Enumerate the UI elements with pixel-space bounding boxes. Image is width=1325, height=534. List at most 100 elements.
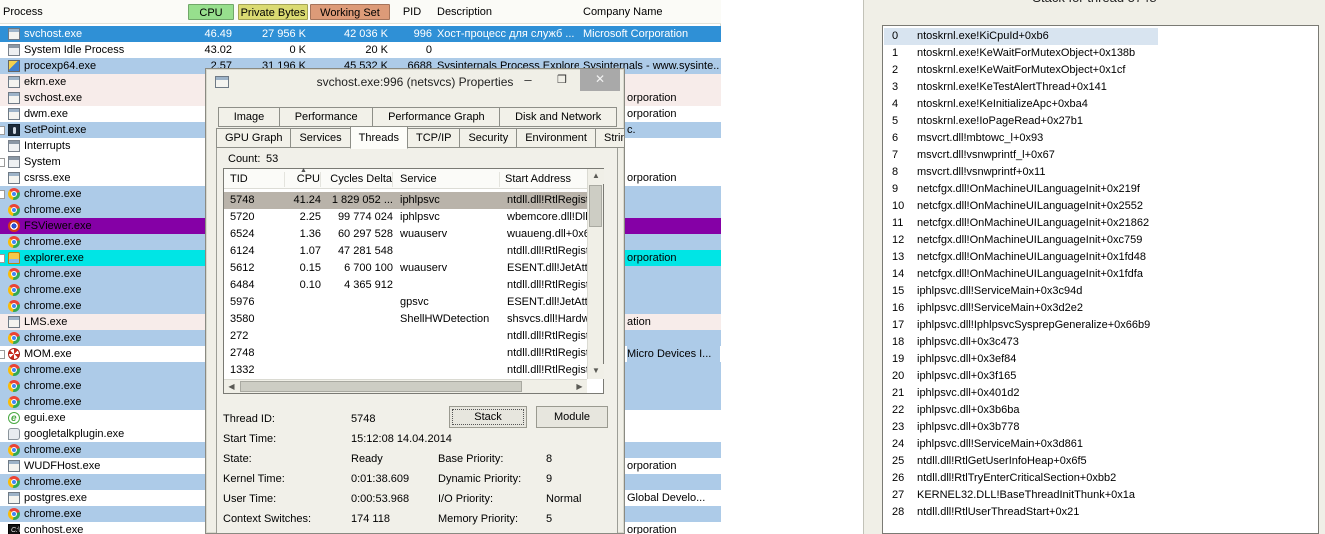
thread-row[interactable]: 61241.0747 281 548ntdll.dll!RtlRegister — [224, 243, 587, 260]
frame-index: 1 — [892, 45, 916, 62]
stack-frame-row[interactable]: 16iphlpsvc.dll!ServiceMain+0x3d2e2 — [884, 300, 1304, 317]
column-header-working-set[interactable]: Working Set — [310, 4, 390, 20]
thread-row[interactable]: 1332ntdll.dll!RtlRegister — [224, 362, 587, 379]
company-fragment: orporation — [627, 90, 720, 106]
tab-environment[interactable]: Environment — [516, 128, 596, 148]
thread-column-cycles-delta[interactable]: Cycles Delta — [323, 172, 393, 187]
stack-frame-row[interactable]: 12netcfgx.dll!OnMachineUILanguageInit+0x… — [884, 232, 1304, 249]
thread-row[interactable]: 56120.156 700 100wuauservESENT.dll!JetAt… — [224, 260, 587, 277]
thread-column-tid[interactable]: TID — [230, 172, 285, 187]
stack-frame-row[interactable]: 21iphlpsvc.dll+0x401d2 — [884, 385, 1304, 402]
stack-frame-row[interactable]: 3ntoskrnl.exe!KeTestAlertThread+0x141 — [884, 79, 1304, 96]
stack-frame-row[interactable]: 26ntdll.dll!RtlTryEnterCriticalSection+0… — [884, 470, 1304, 487]
stack-frame-row[interactable]: 11netcfgx.dll!OnMachineUILanguageInit+0x… — [884, 215, 1304, 232]
frame-index: 2 — [892, 62, 916, 79]
tree-expander-icon[interactable] — [0, 254, 5, 263]
frame-index: 22 — [892, 402, 916, 419]
stack-frame-row[interactable]: 22iphlpsvc.dll+0x3b6ba — [884, 402, 1304, 419]
frame-symbol: msvcrt.dll!mbtowc_l+0x93 — [917, 130, 1043, 147]
tab-security[interactable]: Security — [459, 128, 517, 148]
stack-frame-row[interactable]: 9netcfgx.dll!OnMachineUILanguageInit+0x2… — [884, 181, 1304, 198]
stack-frame-row[interactable]: 13netcfgx.dll!OnMachineUILanguageInit+0x… — [884, 249, 1304, 266]
stack-frame-row[interactable]: 4ntoskrnl.exe!KeInitializeApc+0xba4 — [884, 96, 1304, 113]
column-header-pid[interactable]: PID — [394, 4, 430, 20]
process-row[interactable]: svchost.exe46.4927 956 K42 036 K996Хост-… — [0, 26, 721, 42]
stack-frame-row[interactable]: 0ntoskrnl.exe!KiCpuId+0xb6 — [884, 28, 1158, 45]
stack-frame-row[interactable]: 7msvcrt.dll!vsnwprintf_l+0x67 — [884, 147, 1304, 164]
stack-frame-row[interactable]: 24iphlpsvc.dll!ServiceMain+0x3d861 — [884, 436, 1304, 453]
hscroll-thumb[interactable] — [240, 381, 522, 392]
frame-symbol: ntoskrnl.exe!KeWaitForMutexObject+0x1cf — [917, 62, 1125, 79]
company-value: Microsoft Corporation — [583, 26, 719, 42]
column-header-process[interactable]: Process — [3, 4, 43, 20]
thread-row[interactable]: 3580ShellHWDetectionshsvcs.dll!Hardwa — [224, 311, 587, 328]
thread-list-vscrollbar[interactable]: ▲ ▼ — [587, 169, 603, 379]
stack-button[interactable]: Stack — [449, 406, 527, 428]
scroll-down-icon[interactable]: ▼ — [588, 364, 604, 379]
stack-frame-row[interactable]: 18iphlpsvc.dll+0x3c473 — [884, 334, 1304, 351]
thread-column-cpu[interactable]: CPU — [285, 172, 321, 187]
thread-row[interactable]: 64840.104 365 912ntdll.dll!RtlRegister — [224, 277, 587, 294]
column-header-private-bytes[interactable]: Private Bytes — [238, 4, 308, 20]
thread-row[interactable]: 574841.241 829 052 ...iphlpsvcntdll.dll!… — [224, 192, 587, 209]
stack-frame-row[interactable]: 5ntoskrnl.exe!IoPageRead+0x27b1 — [884, 113, 1304, 130]
scroll-left-icon[interactable]: ◀ — [224, 380, 239, 393]
stack-frame-row[interactable]: 14netcfgx.dll!OnMachineUILanguageInit+0x… — [884, 266, 1304, 283]
scroll-right-icon[interactable]: ▶ — [572, 380, 587, 393]
tree-expander-icon[interactable] — [0, 126, 5, 135]
tab-services[interactable]: Services — [290, 128, 350, 148]
tab-strings[interactable]: Strings — [595, 128, 625, 148]
stack-frame-row[interactable]: 20iphlpsvc.dll+0x3f165 — [884, 368, 1304, 385]
scroll-up-icon[interactable]: ▲ — [588, 169, 604, 184]
vscroll-thumb[interactable] — [589, 185, 602, 227]
icon-detail — [11, 207, 17, 213]
frame-index: 6 — [892, 130, 916, 147]
minimize-button[interactable]: – — [514, 71, 542, 91]
thread-row[interactable]: 65241.3660 297 528wuauservwuaueng.dll+0x… — [224, 226, 587, 243]
icon-detail — [11, 191, 17, 197]
thread-column-service[interactable]: Service — [400, 172, 500, 187]
thread-row[interactable]: 272ntdll.dll!RtlRegister — [224, 328, 587, 345]
column-header-description[interactable]: Description — [437, 4, 492, 20]
close-button[interactable]: ✕ — [580, 69, 620, 91]
thread-row[interactable]: 57202.2599 774 024iphlpsvcwbemcore.dll!D… — [224, 209, 587, 226]
stack-frame-row[interactable]: 2ntoskrnl.exe!KeWaitForMutexObject+0x1cf — [884, 62, 1304, 79]
dialog-titlebar[interactable]: svchost.exe:996 (netsvcs) Properties – ❒… — [206, 69, 624, 96]
tab-tcp-ip[interactable]: TCP/IP — [407, 128, 460, 148]
chrome-process-icon — [8, 508, 20, 520]
thread-list-header: TID CPU Cycles Delta Service Start Addre… — [224, 169, 587, 189]
tab-threads[interactable]: Threads — [350, 126, 408, 149]
tree-expander-icon[interactable] — [0, 350, 5, 359]
thread-column-start-address[interactable]: Start Address — [505, 172, 587, 187]
column-header-cpu[interactable]: CPU — [188, 4, 234, 20]
thread-count-label: Count: — [228, 153, 260, 165]
stack-frame-row[interactable]: 10netcfgx.dll!OnMachineUILanguageInit+0x… — [884, 198, 1304, 215]
tab-performance[interactable]: Performance — [279, 107, 373, 127]
maximize-button[interactable]: ❒ — [548, 71, 576, 91]
tab-disk-and-network[interactable]: Disk and Network — [499, 107, 617, 127]
process-name: FSViewer.exe — [24, 218, 92, 234]
tab-row-1: ImagePerformancePerformance GraphDisk an… — [218, 107, 616, 127]
module-button[interactable]: Module — [536, 406, 608, 428]
stack-frame-row[interactable]: 19iphlpsvc.dll+0x3ef84 — [884, 351, 1304, 368]
thread-list-hscrollbar[interactable]: ◀ ▶ — [224, 379, 587, 393]
tab-image[interactable]: Image — [218, 107, 280, 127]
stack-frame-row[interactable]: 17iphlpsvc.dll!IphlpsvcSysprepGeneralize… — [884, 317, 1304, 334]
tree-expander-icon[interactable] — [0, 158, 5, 167]
stack-frame-row[interactable]: 1ntoskrnl.exe!KeWaitForMutexObject+0x138… — [884, 45, 1304, 62]
thread-row[interactable]: 5976gpsvcESENT.dll!JetAtta — [224, 294, 587, 311]
process-row[interactable]: System Idle Process43.020 K20 K0 — [0, 42, 721, 58]
stack-frame-row[interactable]: 27KERNEL32.DLL!BaseThreadInitThunk+0x1a — [884, 487, 1304, 504]
stack-frame-row[interactable]: 28ntdll.dll!RtlUserThreadStart+0x21 — [884, 504, 1304, 521]
thread-row[interactable]: 2748ntdll.dll!RtlRegister — [224, 345, 587, 362]
tab-performance-graph[interactable]: Performance Graph — [372, 107, 500, 127]
column-header-company[interactable]: Company Name — [583, 4, 662, 20]
stack-frame-row[interactable]: 6msvcrt.dll!mbtowc_l+0x93 — [884, 130, 1304, 147]
tree-expander-icon[interactable] — [0, 190, 5, 199]
stack-frame-row[interactable]: 8msvcrt.dll!vsnwprintf+0x11 — [884, 164, 1304, 181]
process-name: chrome.exe — [24, 394, 81, 410]
stack-frame-row[interactable]: 25ntdll.dll!RtlGetUserInfoHeap+0x6f5 — [884, 453, 1304, 470]
stack-frame-row[interactable]: 23iphlpsvc.dll+0x3b778 — [884, 419, 1304, 436]
tab-gpu-graph[interactable]: GPU Graph — [216, 128, 291, 148]
stack-frame-row[interactable]: 15iphlpsvc.dll!ServiceMain+0x3c94d — [884, 283, 1304, 300]
